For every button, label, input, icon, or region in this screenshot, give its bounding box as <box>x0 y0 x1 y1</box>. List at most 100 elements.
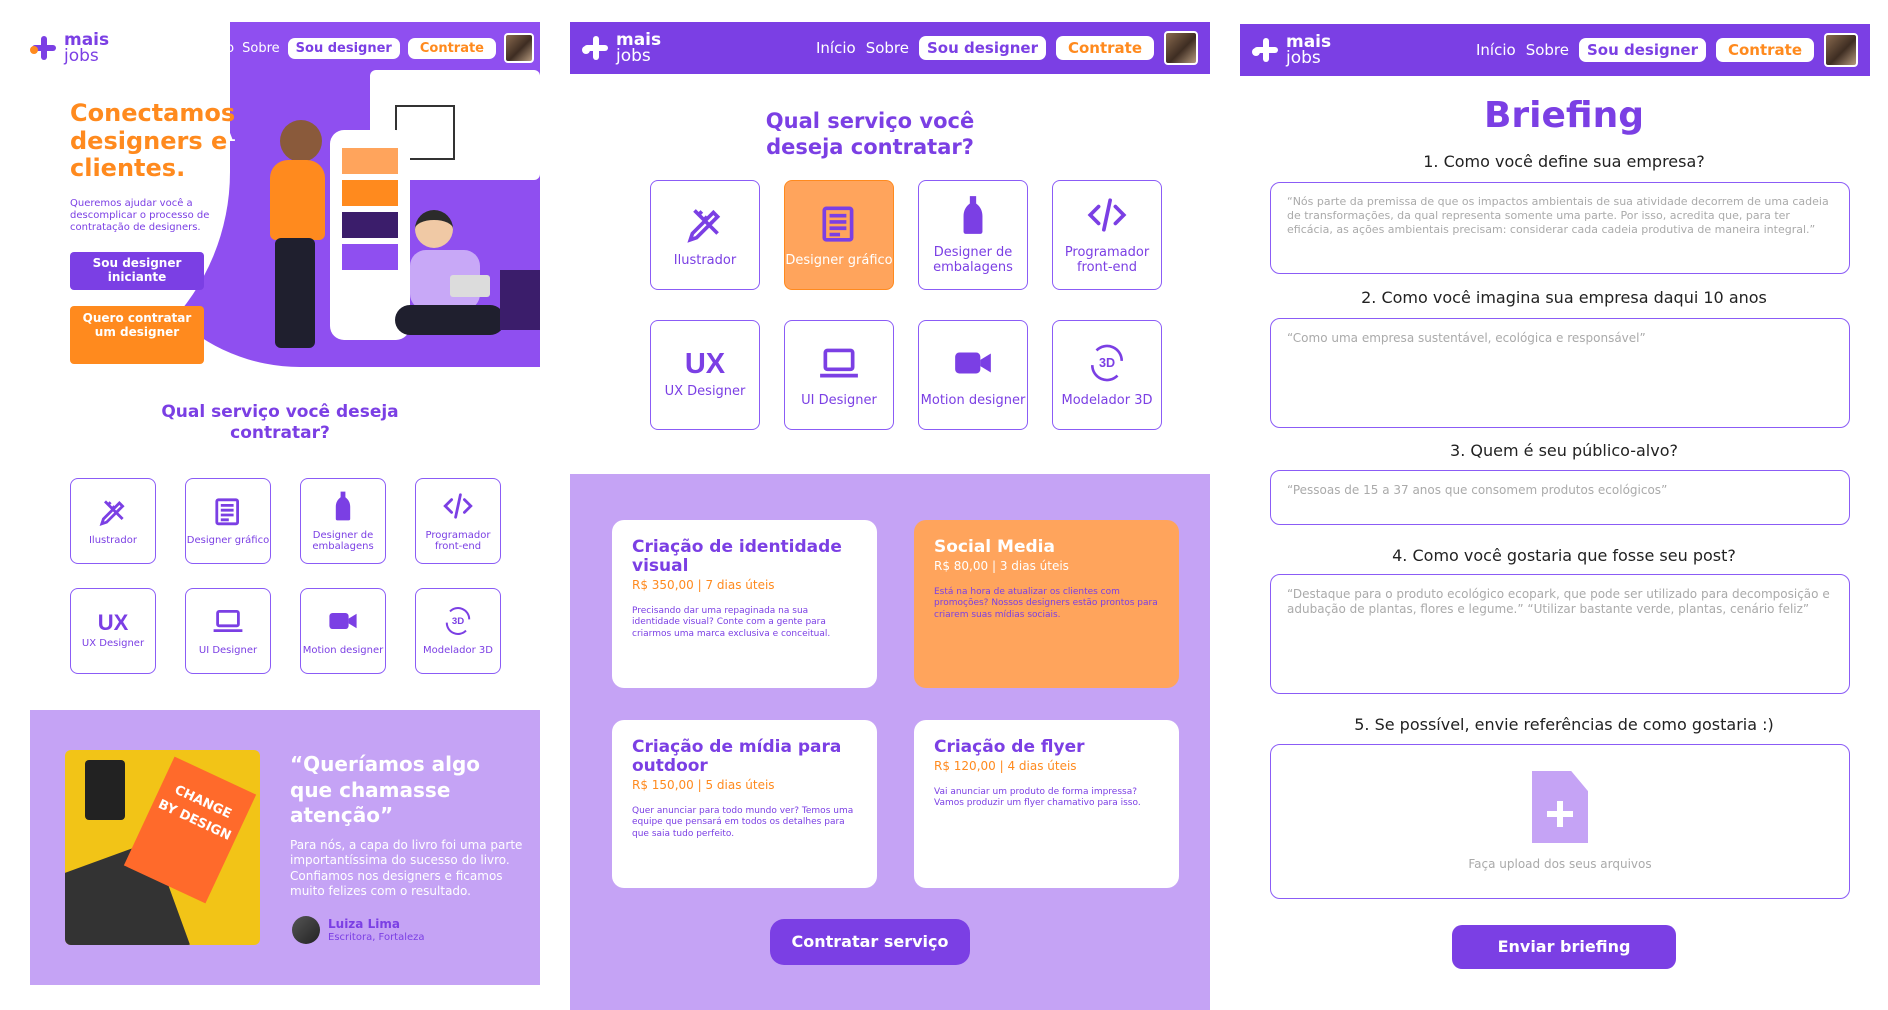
hero-text: Queremos ajudar você a descomplicar o pr… <box>70 198 210 233</box>
service-card-ux-designer[interactable]: UX UX Designer <box>70 588 156 674</box>
pencil-ruler-icon <box>97 495 129 531</box>
service-card-motion-designer[interactable]: Motion designer <box>918 320 1028 430</box>
service-label: UX Designer <box>81 638 145 650</box>
nav-contrate-button[interactable]: Contrate <box>1715 38 1814 62</box>
hero-illustration: A <box>210 70 540 370</box>
laptop-icon <box>212 605 244 641</box>
enviar-briefing-button[interactable]: Enviar briefing <box>1452 925 1676 969</box>
service-card-designer-gr-fico[interactable]: Designer gráfico <box>185 478 271 564</box>
author-avatar <box>292 916 320 944</box>
sou-designer-iniciante-button[interactable]: Sou designer iniciante <box>70 252 204 290</box>
quero-contratar-button[interactable]: Quero contratar um designer <box>70 306 204 364</box>
service-label: UX Designer <box>664 384 746 400</box>
user-avatar[interactable] <box>1164 31 1198 65</box>
document-icon <box>818 202 860 248</box>
contratar-servico-button[interactable]: Contratar serviço <box>770 919 970 965</box>
service-label: Designer de embalagens <box>312 529 374 553</box>
file-add-icon <box>1532 771 1588 843</box>
question-2: 2. Como você imagina sua empresa daqui 1… <box>1361 288 1767 307</box>
service-label: Ilustrador <box>88 535 137 547</box>
briefing-title: Briefing <box>1483 95 1645 136</box>
offer-title: Criação de flyer <box>934 737 1085 757</box>
service-card-ilustrador[interactable]: Ilustrador <box>650 180 760 290</box>
author-name: Luiza Lima <box>328 917 400 931</box>
nav-sobre[interactable]: Sobre <box>1526 41 1569 59</box>
testimonial-section: CHANGE BY DESIGN “Queríamos algo que cha… <box>30 710 540 985</box>
nav-contrate-button[interactable]: Contrate <box>407 37 496 59</box>
offer-description: Quer anunciar para todo mundo ver? Temos… <box>632 806 854 839</box>
offer-card[interactable]: Criação de flyer R$ 120,00 | 4 dias útei… <box>914 720 1179 888</box>
logo[interactable]: mais jobs <box>582 31 661 66</box>
nav-contrate-button[interactable]: Contrate <box>1055 36 1154 60</box>
service-card-modelador-3d[interactable]: 3D Modelador 3D <box>415 588 501 674</box>
logo-cross-icon <box>30 34 58 62</box>
nav-inicio[interactable]: Início <box>200 41 234 56</box>
answer-4-field[interactable]: “Destaque para o produto ecológico ecopa… <box>1270 574 1850 694</box>
nav-sou-designer-button[interactable]: Sou designer <box>1578 38 1706 62</box>
offer-price: R$ 150,00 | 5 dias úteis <box>632 778 775 793</box>
top-nav: mais jobs Início Sobre Sou designer Contr… <box>570 22 1210 74</box>
offer-title: Social Media <box>934 537 1055 557</box>
svg-text:3D: 3D <box>1099 356 1115 370</box>
logo[interactable]: mais jobs <box>1252 33 1331 68</box>
video-camera-icon <box>327 605 359 641</box>
question-3: 3. Quem é seu público-alvo? <box>1450 441 1678 460</box>
nav-inicio[interactable]: Início <box>1476 41 1516 59</box>
service-label: Motion designer <box>920 392 1026 408</box>
services-title: Qual serviço você deseja contratar? <box>161 402 399 444</box>
service-card-ui-designer[interactable]: UI Designer <box>185 588 271 674</box>
offer-card[interactable]: Social Media R$ 80,00 | 3 dias úteis Est… <box>914 520 1179 688</box>
service-card-programador-front-end[interactable]: Programador front-end <box>1052 180 1162 290</box>
pencil-ruler-icon <box>684 202 726 248</box>
offer-card[interactable]: Criação de identidade visual R$ 350,00 |… <box>612 520 877 688</box>
service-card-designer-de-embalagens[interactable]: Designer de embalagens <box>918 180 1028 290</box>
service-label: Designer gráfico <box>785 252 893 268</box>
service-label: Modelador 3D <box>1061 392 1153 408</box>
logo-cross-icon <box>582 34 610 62</box>
offer-title: Criação de mídia para outdoor <box>632 737 842 777</box>
nav-sou-designer-button[interactable]: Sou designer <box>287 37 400 59</box>
book-photo: CHANGE BY DESIGN <box>65 750 260 945</box>
briefing-page: mais jobs Início Sobre Sou designer Contr… <box>1240 0 1888 1010</box>
rotate-3d-icon: 3D <box>442 605 474 641</box>
answer-1-field[interactable]: “Nós parte da premissa de que os impacto… <box>1270 182 1850 274</box>
nav-inicio[interactable]: Início <box>816 39 856 57</box>
logo-text-sub: jobs <box>64 46 99 66</box>
user-avatar[interactable] <box>504 33 534 63</box>
user-avatar[interactable] <box>1824 33 1858 67</box>
service-label: Ilustrador <box>673 252 737 268</box>
service-card-ux-designer[interactable]: UX UX Designer <box>650 320 760 430</box>
offer-price: R$ 80,00 | 3 dias úteis <box>934 559 1069 574</box>
testimonial-quote: “Queríamos algo que chamasse atenção” <box>290 752 481 828</box>
service-card-motion-designer[interactable]: Motion designer <box>300 588 386 674</box>
bottle-icon <box>952 194 994 240</box>
question-4: 4. Como você gostaria que fosse seu post… <box>1392 546 1736 565</box>
answer-2-field[interactable]: “Como uma empresa sustentável, ecológica… <box>1270 318 1850 428</box>
answer-3-field[interactable]: “Pessoas de 15 a 37 anos que consomem pr… <box>1270 470 1850 525</box>
upload-area[interactable]: Faça upload dos seus arquivos <box>1270 744 1850 899</box>
service-card-designer-de-embalagens[interactable]: Designer de embalagens <box>300 478 386 564</box>
top-nav: mais jobs Início Sobre Sou designer Contr… <box>30 22 540 74</box>
service-card-modelador-3d[interactable]: 3D Modelador 3D <box>1052 320 1162 430</box>
nav-sobre[interactable]: Sobre <box>242 41 280 56</box>
offer-title: Criação de identidade visual <box>632 537 842 577</box>
code-icon <box>442 490 474 526</box>
service-card-designer-gr-fico[interactable]: Designer gráfico <box>784 180 894 290</box>
nav-sou-designer-button[interactable]: Sou designer <box>918 36 1046 60</box>
services-page: mais jobs Início Sobre Sou designer Contr… <box>570 0 1210 1010</box>
service-label: Modelador 3D <box>423 645 493 657</box>
offers-section: Criação de identidade visual R$ 350,00 |… <box>570 474 1210 1010</box>
logo-text-sub: jobs <box>1286 48 1321 68</box>
service-card-programador-front-end[interactable]: Programador front-end <box>415 478 501 564</box>
ux-text-icon: UX <box>684 348 726 381</box>
offer-description: Está na hora de atualizar os clientes co… <box>934 587 1158 620</box>
service-card-ui-designer[interactable]: UI Designer <box>784 320 894 430</box>
logo[interactable]: mais jobs <box>30 31 109 66</box>
service-label: Designer de embalagens <box>933 245 1013 275</box>
offer-price: R$ 350,00 | 7 dias úteis <box>632 578 775 593</box>
nav-sobre[interactable]: Sobre <box>866 39 909 57</box>
logo-text-sub: jobs <box>616 46 651 66</box>
service-card-ilustrador[interactable]: Ilustrador <box>70 478 156 564</box>
offer-card[interactable]: Criação de mídia para outdoor R$ 150,00 … <box>612 720 877 888</box>
services-title: Qual serviço você deseja contratar? <box>765 109 975 160</box>
